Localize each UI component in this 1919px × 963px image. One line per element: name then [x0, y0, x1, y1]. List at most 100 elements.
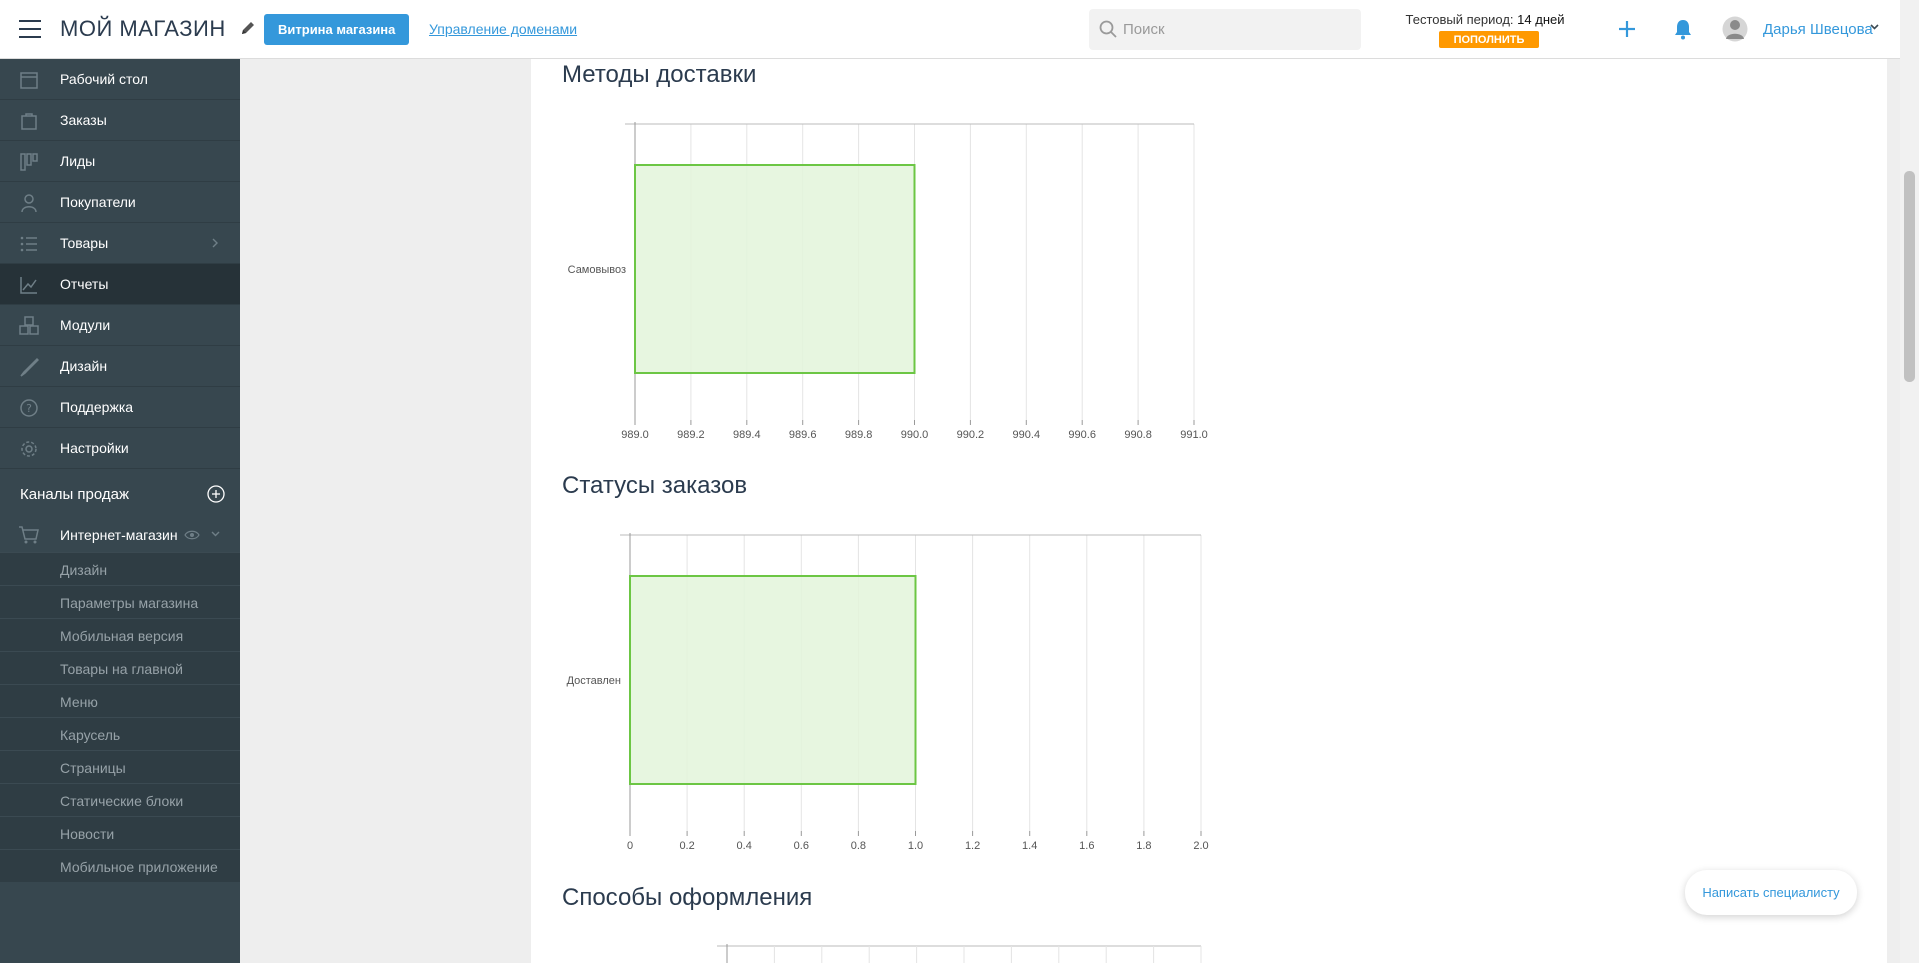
chart-icon [20, 277, 37, 294]
tick-label: 990.8 [1124, 429, 1152, 441]
sidebar-item-reports[interactable]: Отчеты [0, 264, 240, 305]
storefront-button[interactable]: Витрина магазина [264, 14, 410, 45]
sidebar-item-design[interactable]: Дизайн [0, 346, 240, 387]
sidebar-item-label: Поддержка [60, 399, 134, 415]
trial-days: 14 дней [1517, 12, 1565, 27]
trial-label: Тестовый период: [1405, 12, 1514, 27]
tick-label: 989.0 [621, 429, 649, 441]
add-channel-icon[interactable] [207, 485, 225, 503]
tick-label: 989.6 [789, 429, 817, 441]
sidebar-item-label: Настройки [60, 440, 129, 456]
store-subitem-label: Статические блоки [60, 793, 184, 809]
sidebar-item-customers[interactable]: Покупатели [0, 182, 240, 223]
gear-icon [21, 441, 37, 457]
pencil-icon[interactable] [240, 19, 256, 37]
search-icon [1099, 20, 1117, 38]
question-icon: ? [20, 399, 38, 417]
sidebar-item-products[interactable]: Товары [0, 223, 240, 264]
sidebar-item-label: Модули [60, 317, 111, 333]
store-subitem-mobile-app[interactable]: Мобильное приложение [0, 849, 240, 882]
online-store-label: Интернет-магазин [60, 527, 178, 543]
sidebar-item-label: Заказы [60, 112, 107, 128]
tick-label: 1.4 [1022, 840, 1037, 852]
checkout-chart-svg [717, 944, 1202, 963]
bell-icon[interactable] [1673, 18, 1693, 40]
store-subitem-design[interactable]: Дизайн [0, 552, 240, 585]
tick-label: 0.6 [794, 840, 809, 852]
store-subitem-label: Мобильная версия [60, 628, 184, 644]
category-label: Самовывоз [568, 264, 626, 276]
search-input[interactable] [1123, 9, 1353, 50]
store-subitem-carousel[interactable]: Карусель [0, 717, 240, 750]
store-subitem-featured[interactable]: Товары на главной [0, 651, 240, 684]
scrollbar-thumb[interactable] [1904, 171, 1915, 382]
tick-label: 1.0 [908, 840, 923, 852]
topup-button[interactable]: пополнить [1439, 31, 1539, 48]
tick-label: 989.2 [677, 429, 705, 441]
sidebar-item-leads[interactable]: Лиды [0, 141, 240, 182]
chevron-down-icon[interactable] [1870, 24, 1879, 30]
checkout-chart-partial [556, 940, 1216, 963]
store-subitem-label: Меню [60, 694, 98, 710]
bar [634, 164, 916, 374]
sales-channels-header: Каналы продаж [0, 469, 240, 518]
page-scrollbar[interactable] [1900, 0, 1919, 963]
user-name[interactable]: Дарья Швецова [1763, 21, 1873, 38]
tick-label: 990.0 [901, 429, 929, 441]
calendar-icon [20, 72, 38, 89]
contact-specialist-button[interactable]: Написать специалисту [1685, 870, 1857, 915]
delivery-chart: 989.0 989.2 989.4 989.6 989.8 990.0 990.2 990.4… [556, 116, 1216, 451]
tick-label: 990.6 [1068, 429, 1096, 441]
tick-label: 0.2 [679, 840, 694, 852]
tick-label: 989.4 [733, 429, 761, 441]
section-title-delivery: Методы доставки [562, 61, 757, 88]
trial-period: Тестовый период: 14 дней [1380, 12, 1590, 27]
sidebar-item-modules[interactable]: Модули [0, 305, 240, 346]
tick-label: 991.0 [1180, 429, 1208, 441]
top-bar: МОЙ МАГАЗИН Витрина магазина Управление … [0, 0, 1900, 59]
sidebar-item-settings[interactable]: Настройки [0, 428, 240, 469]
tick-label: 990.4 [1013, 429, 1041, 441]
delivery-chart-svg: 989.0 989.2 989.4 989.6 989.8 990.0 990.2 990.4… [568, 122, 1208, 441]
store-subitem-params[interactable]: Параметры магазина [0, 585, 240, 618]
avatar[interactable] [1722, 15, 1748, 43]
chevron-right-icon [212, 238, 218, 248]
bar [629, 575, 917, 785]
store-subitem-label: Страницы [60, 760, 126, 776]
store-subitem-label: Дизайн [60, 562, 108, 578]
sidebar-item-support[interactable]: ? Поддержка [0, 387, 240, 428]
store-subitem-pages[interactable]: Страницы [0, 750, 240, 783]
category-label: Доставлен [567, 675, 621, 687]
sidebar-item-label: Лиды [60, 153, 96, 169]
sidebar-item-label: Дизайн [60, 358, 108, 374]
sidebar-item-label: Рабочий стол [60, 71, 148, 87]
sales-channels-label: Каналы продаж [20, 486, 130, 503]
tick-label: 2.0 [1193, 840, 1208, 852]
bag-icon [21, 113, 37, 130]
sidebar-item-online-store[interactable]: Интернет-магазин [0, 518, 240, 552]
menu-icon[interactable] [19, 20, 41, 38]
store-subitem-label: Карусель [60, 727, 121, 743]
eye-icon[interactable] [184, 530, 200, 540]
store-subitem-mobile[interactable]: Мобильная версия [0, 618, 240, 651]
tick-label: 0 [627, 840, 633, 852]
store-subitem-menu[interactable]: Меню [0, 684, 240, 717]
plus-icon[interactable] [1617, 19, 1637, 39]
sidebar-item-label: Товары [60, 235, 109, 251]
domains-link[interactable]: Управление доменами [429, 21, 577, 37]
tick-label: 990.2 [957, 429, 985, 441]
search-box [1089, 9, 1361, 50]
sidebar-item-orders[interactable]: Заказы [0, 100, 240, 141]
sidebar: Рабочий стол Заказы Лиды Покупатели Това… [0, 59, 240, 963]
store-subitem-news[interactable]: Новости [0, 816, 240, 849]
store-subitem-label: Мобильное приложение [60, 859, 218, 875]
chevron-down-icon[interactable] [211, 531, 220, 537]
user-icon [21, 194, 37, 213]
sidebar-item-label: Отчеты [60, 276, 109, 292]
list-icon [20, 236, 37, 252]
sidebar-item-dashboard[interactable]: Рабочий стол [0, 59, 240, 100]
store-logo[interactable]: МОЙ МАГАЗИН [60, 16, 226, 42]
tick-label: 1.6 [1079, 840, 1094, 852]
cubes-icon [19, 316, 39, 335]
store-subitem-static-blocks[interactable]: Статические блоки [0, 783, 240, 816]
